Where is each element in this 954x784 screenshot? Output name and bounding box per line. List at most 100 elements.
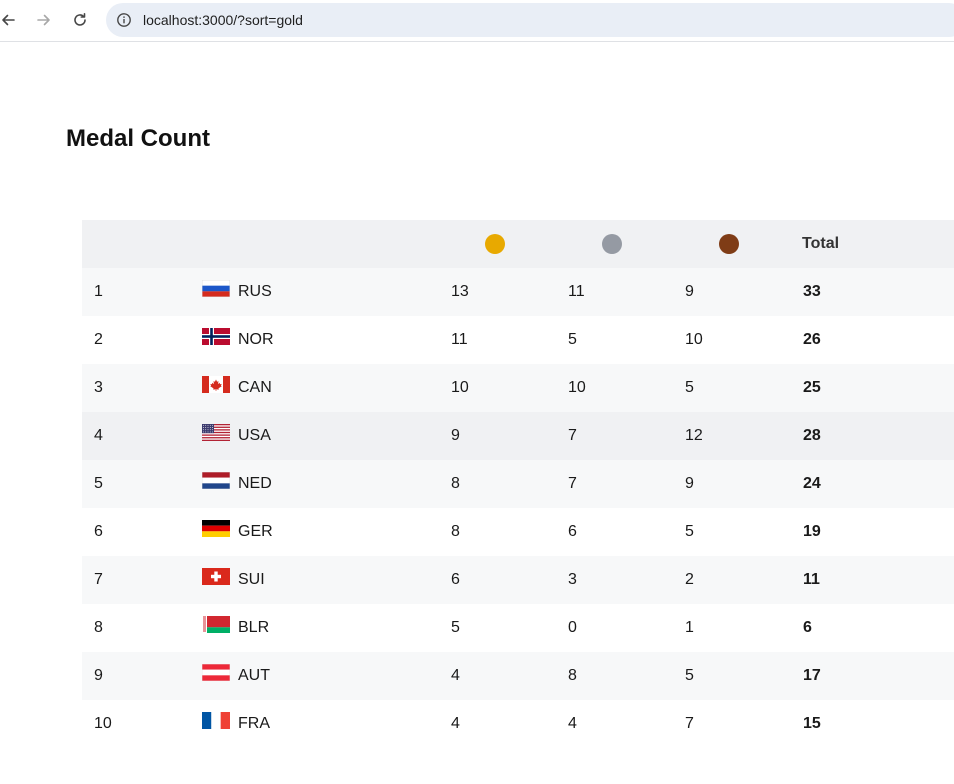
- bronze-cell: 10: [685, 331, 703, 348]
- total-cell: 28: [803, 427, 821, 444]
- country-code: USA: [238, 426, 271, 444]
- russia-flag-icon: [201, 279, 231, 298]
- gold-header[interactable]: [446, 220, 563, 268]
- table-row: 8 BLR 5 0 1 6: [82, 604, 954, 652]
- address-bar[interactable]: localhost:3000/?sort=gold: [106, 3, 954, 37]
- total-cell: 24: [803, 475, 821, 492]
- country-code: GER: [238, 522, 273, 540]
- bronze-cell: 12: [685, 427, 703, 444]
- silver-cell: 6: [568, 523, 577, 540]
- country-cell: AUT: [197, 652, 446, 700]
- rank-cell: 10: [94, 715, 112, 732]
- silver-header[interactable]: [563, 220, 680, 268]
- rank-cell: 6: [94, 523, 103, 540]
- gold-cell: 8: [451, 523, 460, 540]
- silver-cell: 10: [568, 379, 586, 396]
- page-title: Medal Count: [66, 125, 210, 152]
- gold-cell: 4: [451, 715, 460, 732]
- bronze-header[interactable]: [680, 220, 797, 268]
- table-row: 3 CAN 10 10 5 25: [82, 364, 954, 412]
- silver-cell: 7: [568, 475, 577, 492]
- total-cell: 25: [803, 379, 821, 396]
- france-flag-icon: [202, 712, 230, 730]
- rank-cell: 7: [94, 571, 103, 588]
- table-row: 7 SUI 6 3 2 11: [82, 556, 954, 604]
- switzerland-flag-icon: [202, 568, 230, 586]
- rank-cell: 5: [94, 475, 103, 492]
- country-cell: USA: [197, 412, 446, 460]
- bronze-medal-icon: [719, 234, 739, 254]
- rank-cell: 3: [94, 379, 103, 396]
- browser-toolbar: localhost:3000/?sort=gold: [0, 0, 954, 42]
- table-row: 4 USA 9 7 12 28: [82, 412, 954, 460]
- gold-cell: 8: [451, 475, 460, 492]
- austria-flag-icon: [201, 664, 231, 682]
- bronze-cell: 5: [685, 667, 694, 684]
- silver-cell: 4: [568, 715, 577, 732]
- forward-button[interactable]: [33, 9, 55, 31]
- country-cell: RUS: [197, 268, 446, 316]
- total-cell: 33: [803, 283, 821, 300]
- rank-header: [82, 220, 197, 268]
- reload-button[interactable]: [69, 9, 91, 31]
- country-cell: FRA: [197, 700, 446, 748]
- gold-cell: 4: [451, 667, 460, 684]
- rank-cell: 4: [94, 427, 103, 444]
- belarus-flag-icon: [202, 616, 230, 634]
- germany-flag-icon: [202, 520, 230, 538]
- silver-medal-icon: [602, 234, 622, 254]
- total-header[interactable]: Total: [797, 220, 954, 268]
- country-header: [197, 220, 446, 268]
- country-cell: BLR: [197, 604, 446, 652]
- arrow-right-icon: [37, 14, 50, 26]
- rank-cell: 9: [94, 667, 103, 684]
- country-code: SUI: [238, 570, 265, 588]
- table-header-row: Total: [82, 220, 954, 268]
- country-code: RUS: [238, 282, 272, 300]
- gold-medal-icon: [485, 234, 505, 254]
- table-row: 5 NED 8 7 9 24: [82, 460, 954, 508]
- medal-table: Total 1 RUS 13 11 9 33 2 NOR 11 5 10 26 3 CAN 10 10 5 25 4…: [82, 220, 954, 748]
- total-cell: 15: [803, 715, 821, 732]
- table-row: 6 GER 8 6 5 19: [82, 508, 954, 556]
- arrow-left-icon: [2, 14, 15, 26]
- total-cell: 11: [803, 571, 820, 588]
- country-cell: SUI: [197, 556, 446, 604]
- country-code: BLR: [238, 618, 270, 636]
- table-row: 2 NOR 11 5 10 26: [82, 316, 954, 364]
- country-cell: GER: [197, 508, 446, 556]
- silver-cell: 3: [568, 571, 577, 588]
- reload-icon: [74, 13, 86, 26]
- country-code: AUT: [238, 666, 270, 684]
- country-cell: NOR: [197, 316, 446, 364]
- country-code: FRA: [238, 714, 270, 732]
- table-row: 10 FRA 4 4 7 15: [82, 700, 954, 748]
- bronze-cell: 9: [685, 283, 694, 300]
- country-code: NED: [238, 474, 272, 492]
- info-icon[interactable]: [116, 12, 132, 28]
- canada-flag-icon: [202, 376, 230, 394]
- table-row: 9 AUT 4 8 5 17: [82, 652, 954, 700]
- table-row: 1 RUS 13 11 9 33: [82, 268, 954, 316]
- rank-cell: 2: [94, 331, 103, 348]
- url-text[interactable]: localhost:3000/?sort=gold: [143, 12, 303, 28]
- gold-cell: 9: [451, 427, 460, 444]
- silver-cell: 8: [568, 667, 577, 684]
- silver-cell: 0: [568, 619, 577, 636]
- silver-cell: 7: [568, 427, 577, 444]
- norway-flag-icon: [202, 328, 230, 346]
- back-button[interactable]: [0, 9, 19, 31]
- netherlands-flag-icon: [201, 472, 231, 490]
- country-code: CAN: [238, 378, 272, 396]
- total-cell: 26: [803, 331, 821, 348]
- rank-cell: 8: [94, 619, 103, 636]
- country-cell: CAN: [197, 364, 446, 412]
- silver-cell: 11: [568, 283, 585, 300]
- country-cell: NED: [197, 460, 446, 508]
- bronze-cell: 9: [685, 475, 694, 492]
- silver-cell: 5: [568, 331, 577, 348]
- gold-cell: 10: [451, 379, 469, 396]
- total-cell: 17: [803, 667, 821, 684]
- gold-cell: 11: [451, 331, 468, 348]
- bronze-cell: 7: [685, 715, 694, 732]
